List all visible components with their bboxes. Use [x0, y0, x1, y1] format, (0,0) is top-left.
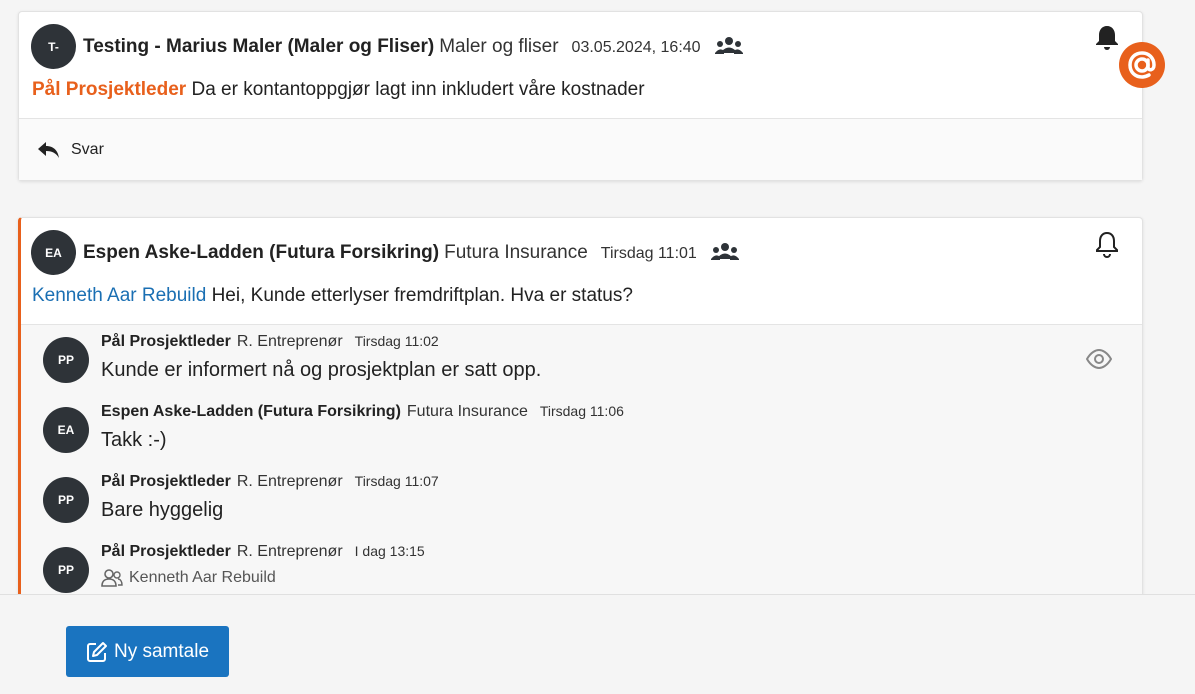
- reply-item: EA Espen Aske-Ladden (Futura Forsikring)…: [21, 395, 1142, 465]
- message-text: Da er kontantoppgjør lagt inn inkludert …: [191, 79, 645, 100]
- timestamp: Tirsdag 11:07: [354, 473, 439, 489]
- reply-header: Pål Prosjektleder R. Entreprenør Tirsdag…: [101, 333, 439, 351]
- author-name: Pål Prosjektleder: [101, 543, 231, 560]
- timestamp: Tirsdag 11:06: [539, 403, 624, 419]
- reply-button[interactable]: Svar: [19, 118, 1142, 180]
- reply-header: Pål Prosjektleder R. Entreprenør I dag 1…: [101, 543, 425, 561]
- mention[interactable]: Kenneth Aar Rebuild: [32, 285, 206, 306]
- group-icon[interactable]: [710, 242, 739, 264]
- author-company: Maler og fliser: [439, 36, 559, 57]
- recipient: Kenneth Aar Rebuild: [101, 569, 276, 587]
- thread-header: Espen Aske-Ladden (Futura Forsikring) Fu…: [83, 242, 739, 264]
- edit-icon: [86, 641, 107, 662]
- message-text: Hei, Kunde etterlyser fremdriftplan. Hva…: [211, 285, 633, 306]
- message-body: Pål Prosjektleder Da er kontantoppgjør l…: [32, 79, 645, 101]
- reply-list: PP Pål Prosjektleder R. Entreprenør Tirs…: [21, 324, 1142, 616]
- reply-item: PP Pål Prosjektleder R. Entreprenør Tirs…: [21, 325, 1142, 395]
- bell-filled-icon[interactable]: [1095, 24, 1119, 52]
- avatar: EA: [31, 230, 76, 275]
- message-body: Kenneth Aar Rebuild Hei, Kunde etterlyse…: [32, 285, 633, 307]
- at-sign-icon[interactable]: [1119, 42, 1165, 88]
- author-company: Futura Insurance: [406, 403, 528, 420]
- group-icon[interactable]: [714, 36, 743, 58]
- thread-card: T- Testing - Marius Maler (Maler og Flis…: [18, 11, 1143, 181]
- author-name: Espen Aske-Ladden (Futura Forsikring): [101, 403, 401, 420]
- timestamp: I dag 13:15: [354, 543, 425, 559]
- timestamp: Tirsdag 11:02: [354, 333, 439, 349]
- avatar: PP: [43, 477, 89, 523]
- bell-outline-icon[interactable]: [1095, 230, 1119, 258]
- mention[interactable]: Pål Prosjektleder: [32, 79, 186, 100]
- avatar: T-: [31, 24, 76, 69]
- avatar: EA: [43, 407, 89, 453]
- author-name: Espen Aske-Ladden (Futura Forsikring): [83, 242, 440, 263]
- reply-text: Kunde er informert nå og prosjektplan er…: [101, 359, 542, 381]
- avatar: PP: [43, 547, 89, 593]
- reply-label: Svar: [71, 140, 104, 158]
- reply-header: Espen Aske-Ladden (Futura Forsikring) Fu…: [101, 403, 624, 421]
- users-outline-icon: [101, 569, 123, 587]
- timestamp: 03.05.2024, 16:40: [571, 39, 701, 56]
- author-name: Testing - Marius Maler (Maler og Fliser): [83, 36, 435, 57]
- avatar: PP: [43, 337, 89, 383]
- new-conversation-button[interactable]: Ny samtale: [66, 626, 229, 677]
- timestamp: Tirsdag 11:01: [600, 245, 697, 262]
- author-company: R. Entreprenør: [236, 543, 343, 560]
- reply-item: PP Pål Prosjektleder R. Entreprenør Tirs…: [21, 465, 1142, 535]
- author-company: R. Entreprenør: [236, 473, 343, 490]
- author-name: Pål Prosjektleder: [101, 333, 231, 350]
- reply-header: Pål Prosjektleder R. Entreprenør Tirsdag…: [101, 473, 439, 491]
- thread-header: Testing - Marius Maler (Maler og Fliser)…: [83, 36, 743, 58]
- reply-text: Takk :-): [101, 429, 167, 451]
- footer: Ny samtale: [0, 594, 1195, 694]
- reply-arrow-icon: [38, 141, 59, 158]
- author-company: R. Entreprenør: [236, 333, 343, 350]
- reply-text: Bare hyggelig: [101, 499, 224, 521]
- new-conversation-label: Ny samtale: [113, 640, 210, 662]
- eye-icon[interactable]: [1086, 349, 1112, 369]
- thread-card: EA Espen Aske-Ladden (Futura Forsikring)…: [18, 217, 1143, 617]
- recipient-name: Kenneth Aar Rebuild: [129, 569, 276, 586]
- author-company: Futura Insurance: [444, 242, 588, 263]
- author-name: Pål Prosjektleder: [101, 473, 231, 490]
